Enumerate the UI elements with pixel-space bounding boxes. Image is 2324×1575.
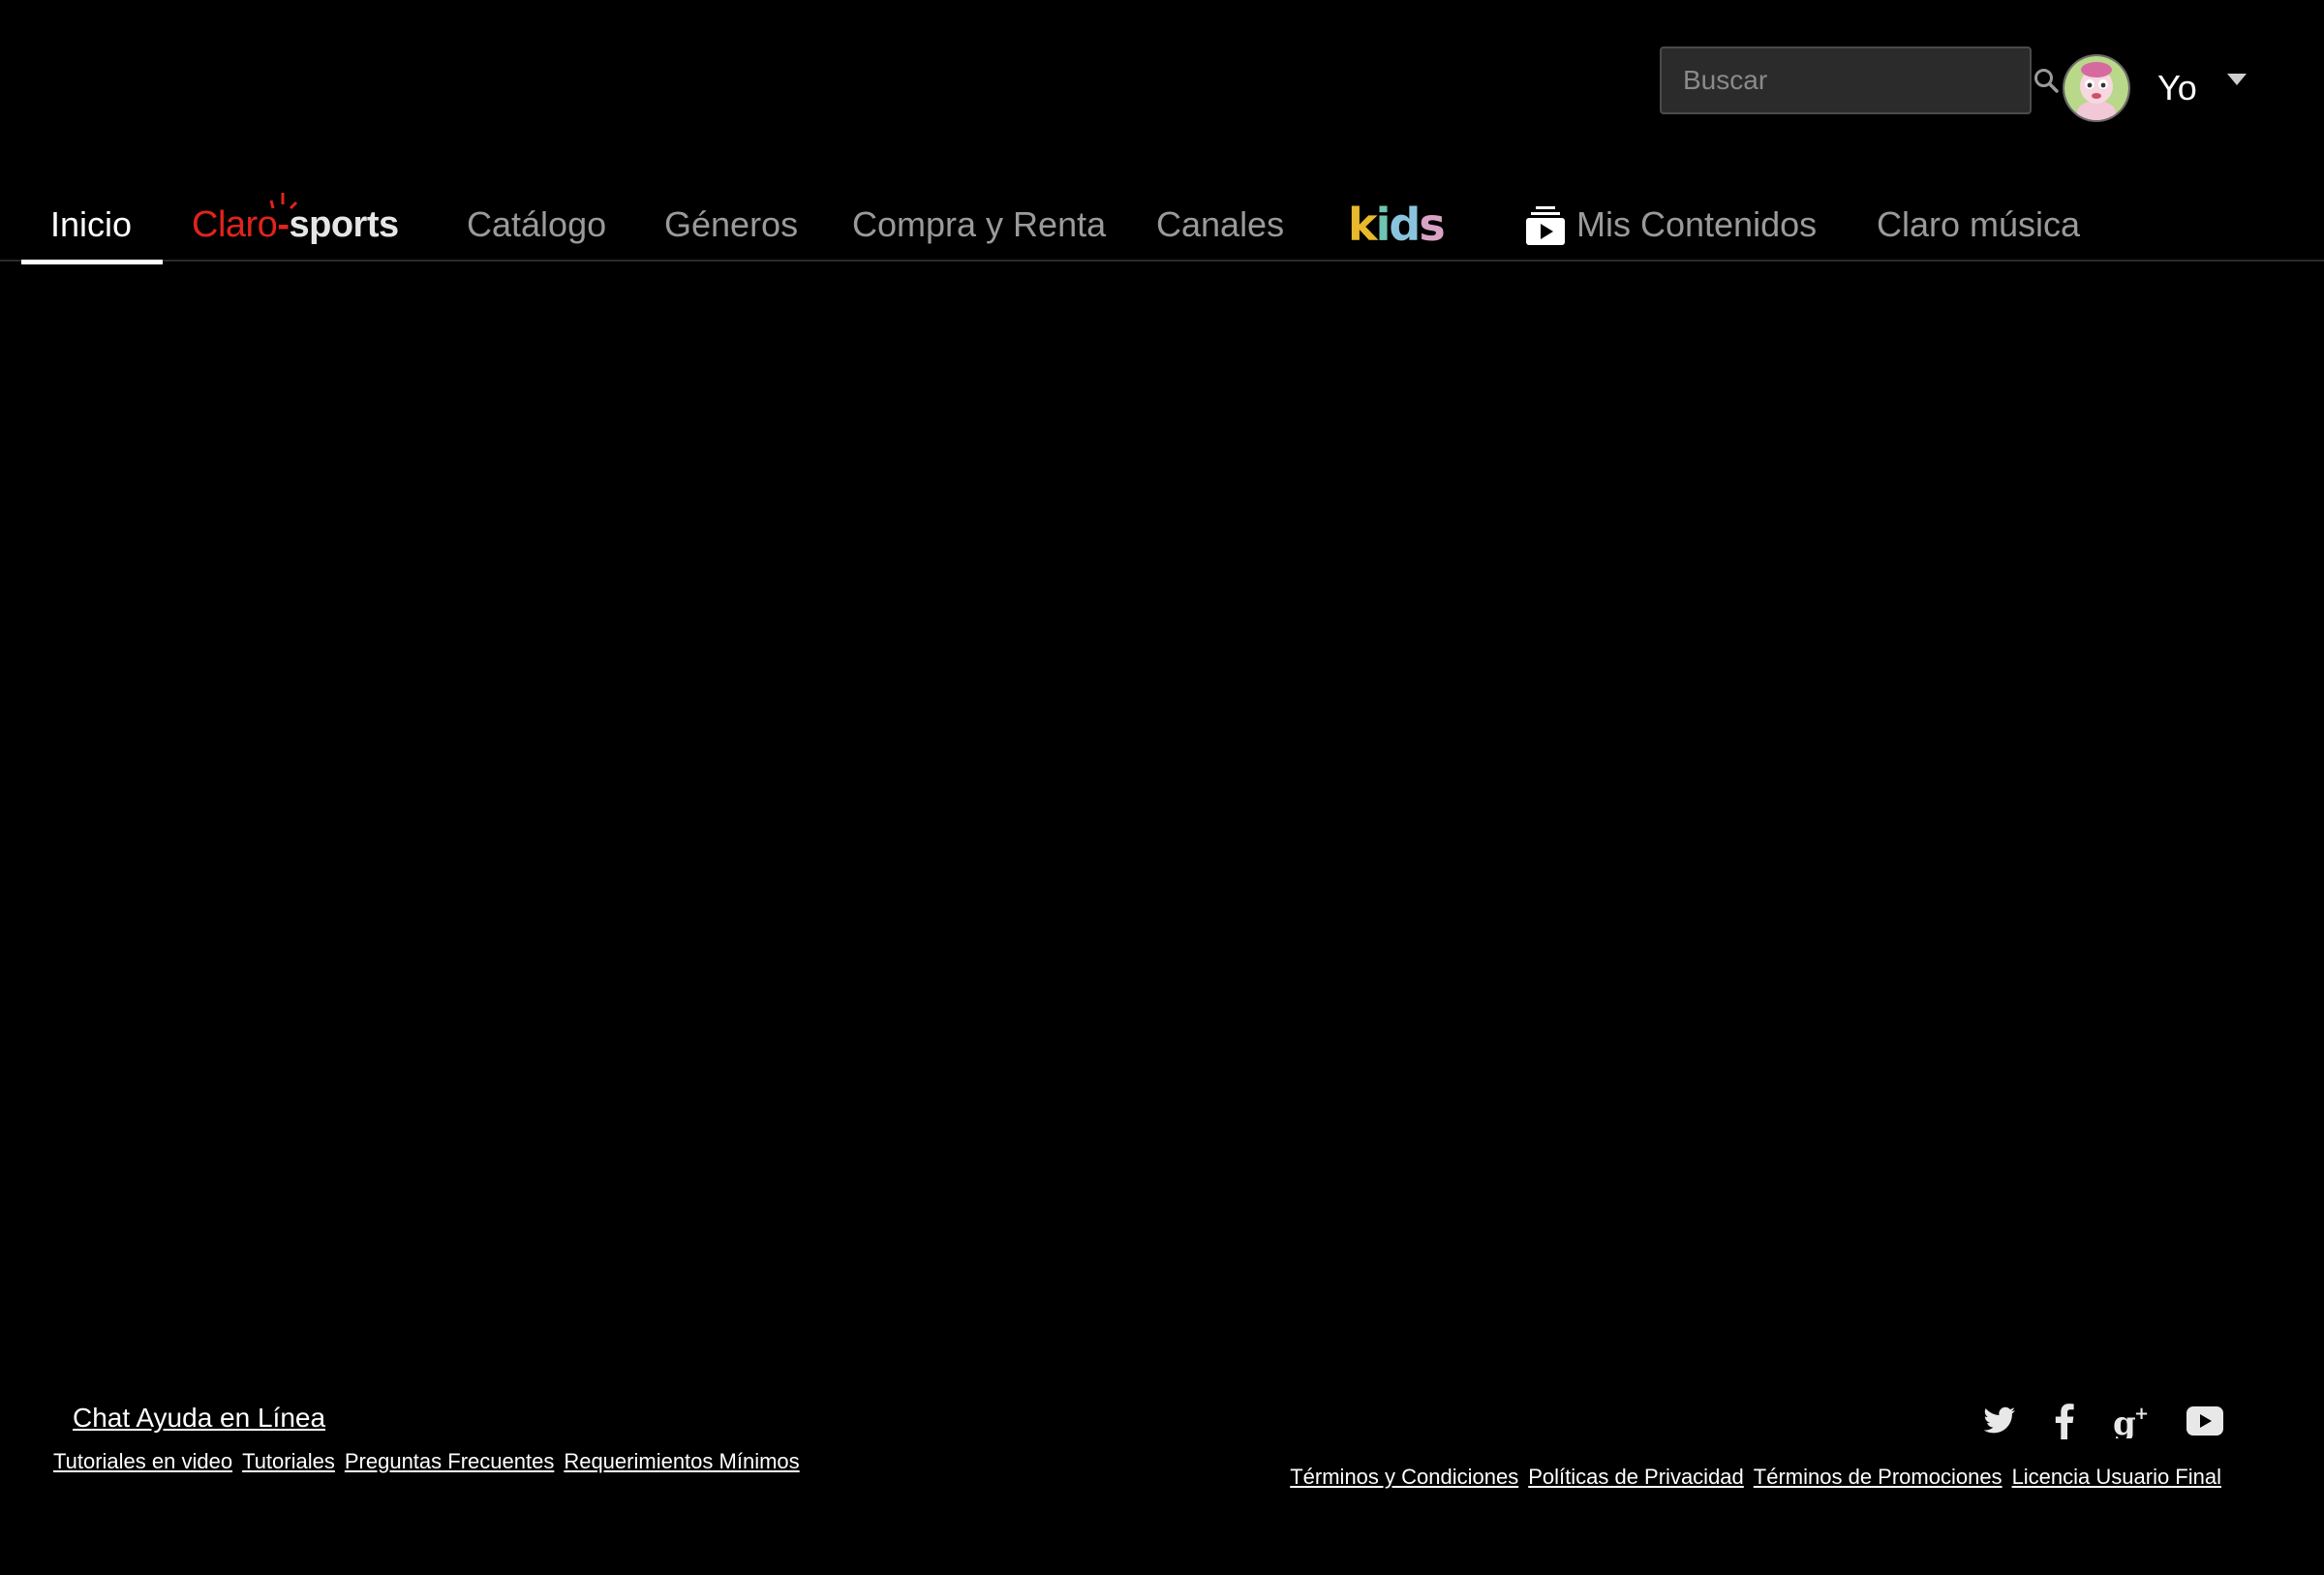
search-icon[interactable]: [2033, 48, 2060, 112]
facebook-icon[interactable]: [2055, 1403, 2074, 1439]
main-nav: Inicio Claro-sports Catálogo Géneros Com…: [0, 190, 2324, 262]
tab-label: Claro música: [1877, 204, 2081, 244]
tab-label: Inicio: [50, 204, 133, 244]
profile-menu[interactable]: Yo: [2063, 52, 2197, 124]
tab-claro-sports[interactable]: Claro-sports: [192, 190, 399, 260]
avatar[interactable]: [2063, 54, 2130, 122]
twitter-icon[interactable]: [1983, 1406, 2016, 1436]
footer-link-requirements[interactable]: Requerimientos Mínimos: [564, 1449, 799, 1474]
youtube-icon[interactable]: [2186, 1406, 2223, 1436]
tab-inicio[interactable]: Inicio: [50, 190, 132, 260]
tab-label: Mis Contenidos: [1576, 204, 1818, 244]
footer-link-video-tutorials[interactable]: Tutoriales en video: [53, 1449, 232, 1474]
kids-logo: kids: [1348, 199, 1446, 251]
tab-canales[interactable]: Canales: [1156, 190, 1284, 260]
footer-link-tutorials[interactable]: Tutoriales: [242, 1449, 335, 1474]
tab-mis-contenidos[interactable]: Mis Contenidos: [1526, 190, 1817, 260]
footer-link-faq[interactable]: Preguntas Frecuentes: [345, 1449, 554, 1474]
svg-text:g: g: [2113, 1405, 2136, 1438]
footer-legal-links: Términos y Condiciones Políticas de Priv…: [1290, 1465, 2221, 1490]
search-input[interactable]: [1662, 48, 2033, 112]
my-content-icon: [1526, 204, 1565, 245]
active-tab-indicator: [21, 260, 163, 264]
tab-kids[interactable]: kids: [1348, 190, 1446, 260]
footer-link-privacy[interactable]: Políticas de Privacidad: [1528, 1465, 1744, 1490]
tab-catalogo[interactable]: Catálogo: [467, 190, 606, 260]
page: Yo Inicio Claro-sports Catálogo Géneros …: [0, 0, 2324, 1575]
tab-compra-y-renta[interactable]: Compra y Renta: [852, 190, 1106, 260]
svg-text:+: +: [2134, 1404, 2148, 1424]
profile-name[interactable]: Yo: [2157, 68, 2197, 108]
footer-link-eula[interactable]: Licencia Usuario Final: [2012, 1465, 2221, 1490]
tab-label: Canales: [1156, 204, 1285, 244]
tab-generos[interactable]: Géneros: [664, 190, 798, 260]
footer-link-terms[interactable]: Términos y Condiciones: [1290, 1465, 1518, 1490]
tab-label: Catálogo: [467, 204, 607, 244]
help-chat-link[interactable]: Chat Ayuda en Línea: [73, 1403, 325, 1434]
tab-label: Compra y Renta: [852, 204, 1107, 244]
social-links: g +: [1983, 1403, 2223, 1439]
search-box: [1660, 46, 2059, 114]
footer-link-promo-terms[interactable]: Términos de Promociones: [1754, 1465, 2003, 1490]
chevron-down-icon[interactable]: [2227, 74, 2247, 85]
google-plus-icon[interactable]: g +: [2113, 1404, 2148, 1438]
claro-rays-icon: [269, 192, 298, 209]
tab-label: Géneros: [664, 204, 799, 244]
footer-help-links: Tutoriales en video Tutoriales Preguntas…: [53, 1449, 800, 1474]
claro-sports-logo: Claro-sports: [192, 192, 399, 246]
tab-claro-musica[interactable]: Claro música: [1877, 190, 2080, 260]
